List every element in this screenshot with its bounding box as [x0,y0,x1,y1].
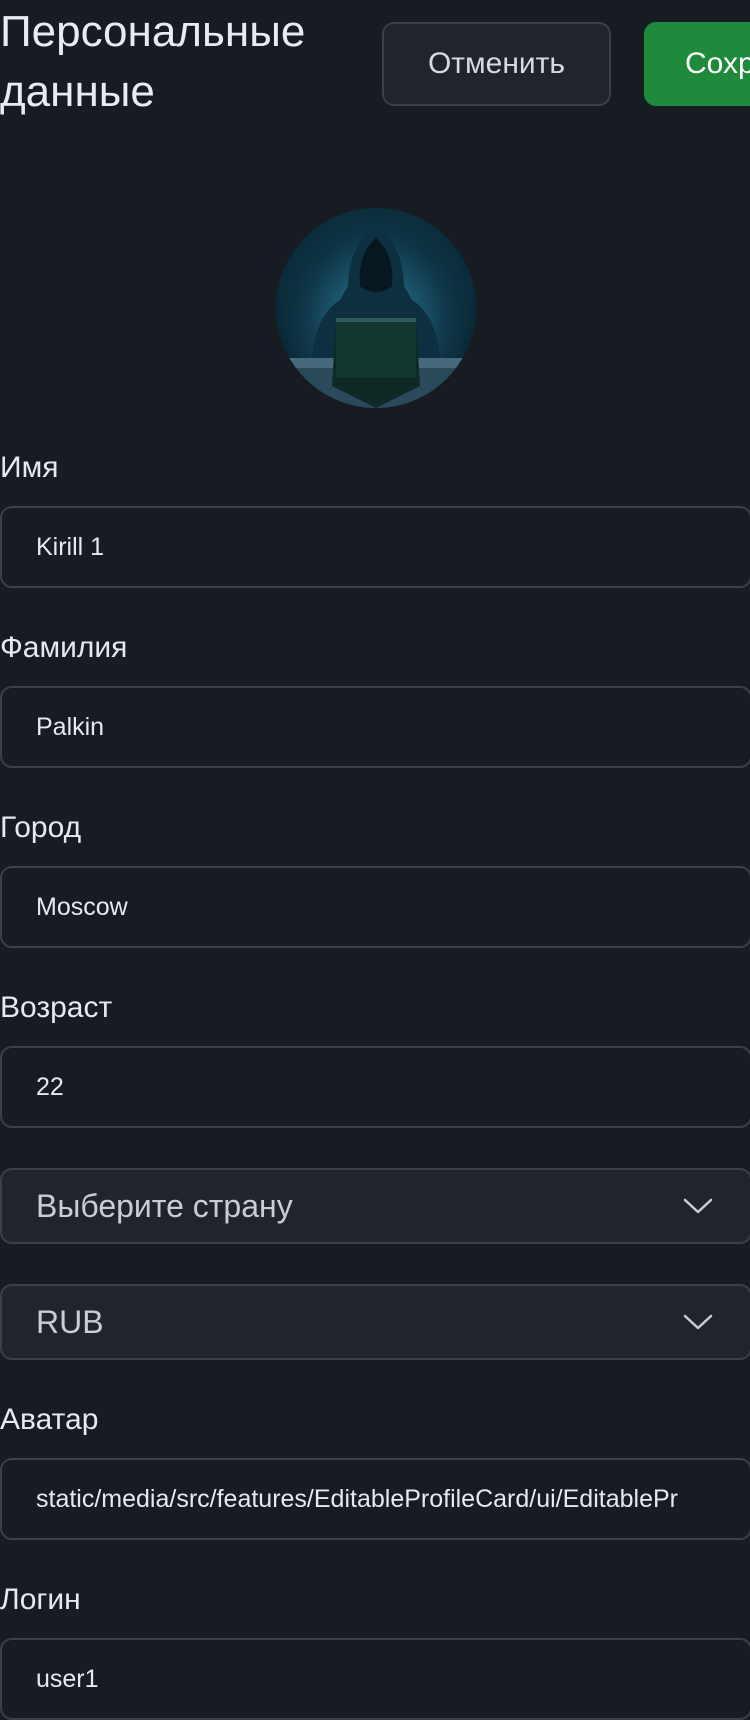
chevron-down-icon [683,1198,713,1214]
first-name-value: Kirill 1 [36,532,105,561]
age-value: 22 [36,1072,64,1101]
country-select-value: Выберите страну [36,1187,293,1224]
page-title: Персональные данные [0,7,306,116]
hooded-hacker-avatar-icon [276,208,476,408]
avatar-path-value: static/media/src/features/EditableProfil… [36,1484,678,1513]
country-select[interactable]: Выберите страну [0,1168,750,1244]
login-field[interactable]: user1 [0,1638,750,1720]
login-value: user1 [36,1664,99,1693]
cancel-button[interactable]: Отменить [382,22,611,106]
chevron-down-icon [683,1314,713,1330]
age-label: Возраст [0,991,113,1024]
first-name-field[interactable]: Kirill 1 [0,506,750,588]
avatar-label: Аватар [0,1403,99,1436]
age-field[interactable]: 22 [0,1046,750,1128]
avatar-path-field[interactable]: static/media/src/features/EditableProfil… [0,1458,750,1540]
currency-select[interactable]: RUB [0,1284,750,1360]
login-label: Логин [0,1583,81,1616]
last-name-field[interactable]: Palkin [0,686,750,768]
city-label: Город [0,811,82,844]
city-field[interactable]: Moscow [0,866,750,948]
profile-page: Персональные данные Отменить Сохр Имя Ki… [0,0,750,1720]
last-name-label: Фамилия [0,631,128,664]
first-name-label: Имя [0,451,59,484]
last-name-value: Palkin [36,712,105,741]
avatar [276,208,476,408]
currency-select-value: RUB [36,1303,104,1340]
save-button[interactable]: Сохр [644,22,750,106]
city-value: Moscow [36,892,128,921]
